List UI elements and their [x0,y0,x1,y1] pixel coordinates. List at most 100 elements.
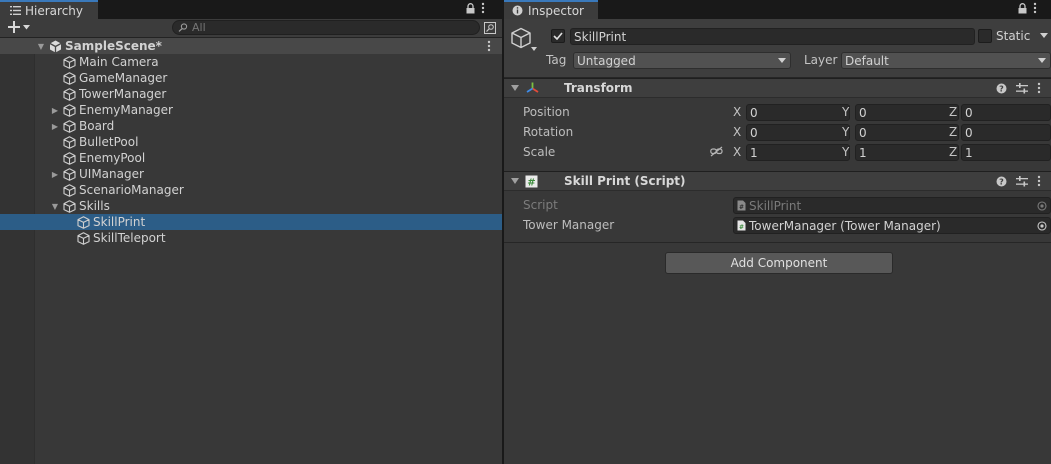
arrow-spacer [50,182,60,198]
hierarchy-item-label: ScenarioManager [79,183,184,197]
help-icon[interactable]: ? [996,83,1007,94]
scale-y-field[interactable] [855,144,961,161]
rotation-z-field[interactable] [961,124,1051,141]
rotation-y-field[interactable] [855,124,961,141]
scale-y-label[interactable]: Y [842,145,849,159]
hierarchy-item[interactable]: SkillPrint [0,214,502,230]
active-checkbox[interactable] [551,29,565,43]
collapse-arrow-icon[interactable]: ▶ [50,166,60,182]
scale-y-input[interactable] [856,145,961,160]
transform-header[interactable]: Transform ? [504,78,1051,98]
tag-dropdown[interactable]: Untagged [573,52,791,69]
rotation-z-label[interactable]: Z [949,125,957,139]
scale-x-field[interactable] [746,144,852,161]
tab-hierarchy[interactable]: Hierarchy [0,0,98,19]
hierarchy-item[interactable]: ▼ Skills [0,198,502,214]
help-icon[interactable]: ? [996,176,1007,187]
tower-manager-field[interactable]: # TowerManager (Tower Manager) [733,217,1051,234]
hierarchy-search[interactable] [172,20,480,35]
static-checkbox[interactable] [978,29,992,43]
hierarchy-item-label: BulletPool [79,135,139,149]
arrow-spacer [50,70,60,86]
hierarchy-item[interactable]: TowerManager [0,86,502,102]
hierarchy-item-label: Skills [79,199,110,213]
plus-icon [8,21,20,33]
rotation-y-label[interactable]: Y [842,125,849,139]
hierarchy-item[interactable]: BulletPool [0,134,502,150]
presets-icon[interactable] [1016,175,1028,187]
component-menu-icon[interactable] [1037,175,1041,187]
presets-icon[interactable] [1016,82,1028,94]
tab-inspector[interactable]: Inspector [504,0,598,19]
script-component-header[interactable]: # Skill Print (Script) ? [504,171,1051,191]
position-z-field[interactable] [961,104,1051,121]
position-label: Position [523,105,570,119]
static-dropdown-icon[interactable] [1040,33,1048,38]
foldout-arrow-icon[interactable] [511,178,519,184]
gameobject-icon [77,215,90,229]
chevron-down-icon [1038,58,1046,63]
rotation-z-input[interactable] [962,125,1051,140]
gameobject-icon [63,119,76,133]
lock-icon[interactable] [1018,2,1027,14]
tab-hierarchy-label: Hierarchy [25,3,84,18]
scale-z-input[interactable] [962,145,1051,160]
hierarchy-search-input[interactable] [188,21,472,34]
position-x-field[interactable] [746,104,852,121]
scale-z-label[interactable]: Z [949,145,957,159]
add-component-button[interactable]: Add Component [665,252,893,274]
arrow-spacer [50,150,60,166]
foldout-arrow-icon[interactable] [511,85,519,91]
icon-dropdown-icon[interactable] [531,47,537,51]
search-filter-icon[interactable] [484,22,496,34]
gameobject-cube-icon[interactable] [510,27,532,49]
scene-menu-icon[interactable] [487,40,491,52]
rotation-y-input[interactable] [856,125,961,140]
scale-x-label[interactable]: X [733,145,741,159]
rotation-x-input[interactable] [747,125,852,140]
hierarchy-item[interactable]: SkillTeleport [0,230,502,246]
layer-label: Layer [804,53,838,67]
gameobject-icon [63,55,76,69]
more-options-icon[interactable] [1033,2,1037,14]
position-y-field[interactable] [855,104,961,121]
position-z-label[interactable]: Z [949,105,957,119]
component-menu-icon[interactable] [1037,82,1041,94]
lock-icon[interactable] [466,2,475,14]
chevron-down-icon [778,58,786,63]
expand-arrow-icon[interactable]: ▼ [50,198,60,214]
hierarchy-item[interactable]: Main Camera [0,54,502,70]
hierarchy-item[interactable]: EnemyPool [0,150,502,166]
gameobject-icon [63,151,76,165]
scale-x-input[interactable] [747,145,852,160]
collapse-arrow-icon[interactable]: ▶ [50,102,60,118]
position-y-label[interactable]: Y [842,105,849,119]
gameobject-name-field[interactable] [570,28,975,45]
gameobject-icon [63,199,76,213]
object-picker-icon[interactable] [1037,221,1047,231]
gameobject-icon [63,71,76,85]
collapse-arrow-icon[interactable]: ▶ [50,118,60,134]
gameobject-name-input[interactable] [571,29,974,44]
position-x-label[interactable]: X [733,105,741,119]
scale-z-field[interactable] [961,144,1051,161]
object-picker-icon [1037,201,1047,211]
position-x-input[interactable] [747,105,852,120]
hierarchy-item[interactable]: ▶ UIManager [0,166,502,182]
hierarchy-item[interactable]: ScenarioManager [0,182,502,198]
hierarchy-item[interactable]: ▶ EnemyManager [0,102,502,118]
search-icon [178,23,188,32]
position-z-input[interactable] [962,105,1051,120]
scene-row[interactable]: ▼ SampleScene* [0,38,502,54]
more-options-icon[interactable] [481,2,485,14]
constrain-proportions-icon[interactable] [710,146,723,157]
hierarchy-item[interactable]: ▶ Board [0,118,502,134]
expand-arrow-icon[interactable]: ▼ [36,38,46,54]
layer-dropdown[interactable]: Default [841,52,1051,69]
hierarchy-item[interactable]: GameManager [0,70,502,86]
position-y-input[interactable] [856,105,961,120]
rotation-x-label[interactable]: X [733,125,741,139]
rotation-x-field[interactable] [746,124,852,141]
create-button[interactable] [8,21,30,33]
gameobject-icon [63,103,76,117]
